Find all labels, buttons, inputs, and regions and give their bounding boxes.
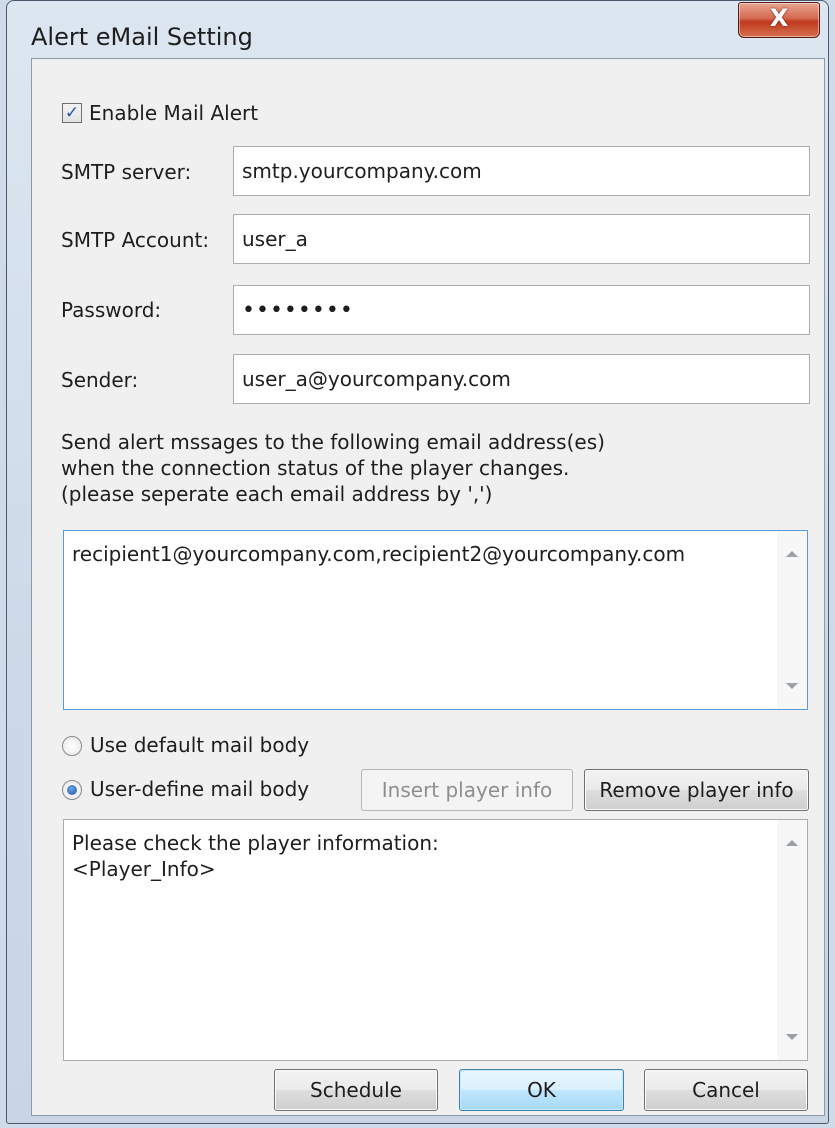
schedule-button[interactable]: Schedule bbox=[274, 1069, 438, 1111]
recipients-value: recipient1@yourcompany.com,recipient2@yo… bbox=[72, 542, 686, 566]
insert-player-info-button[interactable]: Insert player info bbox=[361, 769, 573, 811]
mail-body-line-1: Please check the player information: bbox=[72, 831, 439, 855]
instructions-line-2: when the connection status of the player… bbox=[61, 456, 570, 480]
mail-body-line-2: <Player_Info> bbox=[72, 857, 216, 881]
scroll-up-arrow-icon[interactable] bbox=[786, 840, 798, 846]
user-define-mail-body-label[interactable]: User-define mail body bbox=[90, 777, 309, 801]
ok-button[interactable]: OK bbox=[459, 1069, 624, 1111]
recipients-textarea[interactable]: recipient1@yourcompany.com,recipient2@yo… bbox=[63, 530, 808, 710]
sender-input[interactable]: user_a@yourcompany.com bbox=[233, 354, 810, 404]
use-default-mail-body-radio[interactable] bbox=[62, 736, 82, 756]
password-label: Password: bbox=[61, 298, 162, 322]
remove-player-info-button[interactable]: Remove player info bbox=[584, 769, 809, 811]
password-value: •••••••• bbox=[242, 297, 354, 323]
sender-label: Sender: bbox=[61, 368, 139, 392]
scroll-down-arrow-icon[interactable] bbox=[786, 683, 798, 689]
mail-body-textarea[interactable]: Please check the player information: <Pl… bbox=[63, 819, 808, 1061]
cancel-button[interactable]: Cancel bbox=[644, 1069, 808, 1111]
close-button[interactable]: X bbox=[738, 2, 820, 38]
recipients-instructions: Send alert mssages to the following emai… bbox=[61, 429, 605, 507]
scroll-up-arrow-icon[interactable] bbox=[786, 551, 798, 557]
scroll-down-arrow-icon[interactable] bbox=[786, 1034, 798, 1040]
user-define-mail-body-radio[interactable] bbox=[62, 780, 82, 800]
mail-body-text: Please check the player information: <Pl… bbox=[72, 830, 439, 882]
smtp-account-input[interactable]: user_a bbox=[233, 214, 810, 264]
alert-email-setting-dialog: Alert eMail Setting X ✓ Enable Mail Aler… bbox=[6, 0, 829, 1124]
checkmark-icon: ✓ bbox=[64, 102, 80, 123]
smtp-server-label: SMTP server: bbox=[61, 160, 192, 184]
use-default-mail-body-label[interactable]: Use default mail body bbox=[90, 733, 309, 757]
instructions-line-3: (please seperate each email address by '… bbox=[61, 482, 493, 506]
mail-body-scrollbar[interactable] bbox=[777, 820, 807, 1060]
sender-value: user_a@yourcompany.com bbox=[242, 367, 511, 391]
enable-mail-alert-checkbox[interactable]: ✓ bbox=[62, 103, 82, 123]
dialog-client-area: ✓ Enable Mail Alert SMTP server: smtp.yo… bbox=[31, 58, 825, 1116]
smtp-server-input[interactable]: smtp.yourcompany.com bbox=[233, 146, 810, 196]
smtp-account-value: user_a bbox=[242, 227, 308, 251]
smtp-server-value: smtp.yourcompany.com bbox=[242, 159, 482, 183]
password-input[interactable]: •••••••• bbox=[233, 285, 810, 335]
enable-mail-alert-label[interactable]: Enable Mail Alert bbox=[89, 101, 258, 125]
smtp-account-label: SMTP Account: bbox=[61, 228, 210, 252]
window-title: Alert eMail Setting bbox=[31, 23, 253, 51]
instructions-line-1: Send alert mssages to the following emai… bbox=[61, 430, 605, 454]
radio-selected-dot-icon bbox=[67, 785, 77, 795]
recipients-scrollbar[interactable] bbox=[777, 531, 807, 709]
close-icon: X bbox=[769, 4, 789, 32]
